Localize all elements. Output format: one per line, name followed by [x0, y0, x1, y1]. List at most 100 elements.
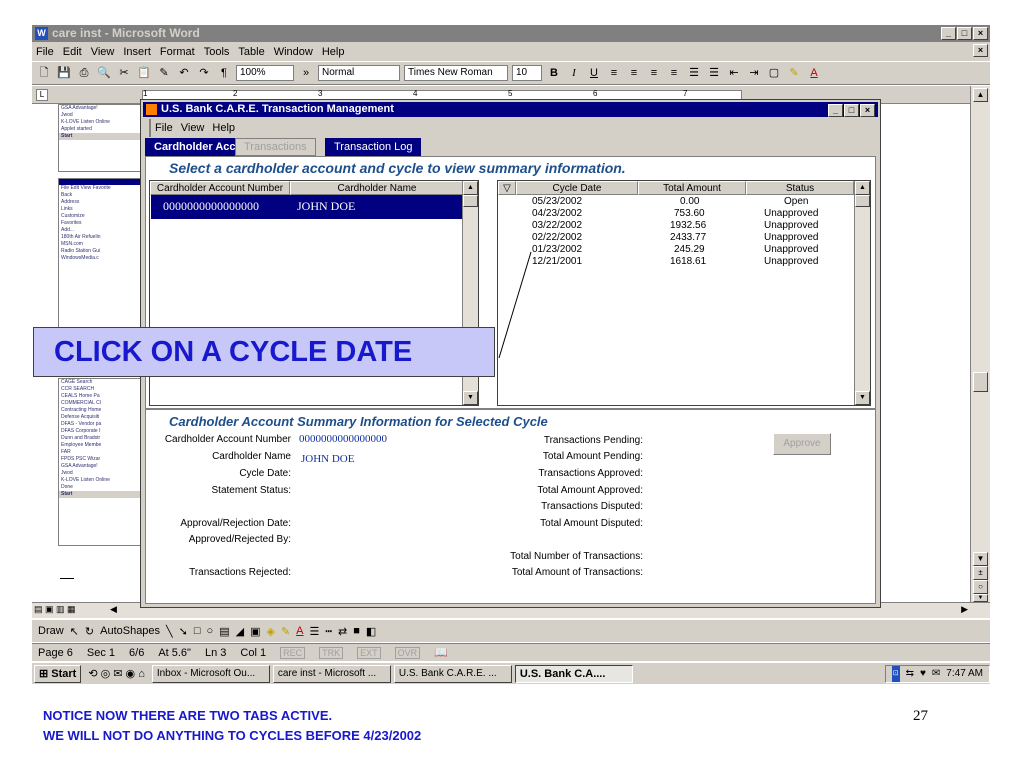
status-ext[interactable]: EXT	[357, 646, 381, 659]
app-menu-help[interactable]: Help	[212, 119, 235, 137]
italic-icon[interactable]: I	[566, 65, 582, 81]
zoom-select[interactable]: 100%	[236, 65, 294, 81]
tab-transaction-log[interactable]: Transaction Log	[325, 138, 422, 156]
menu-edit[interactable]: Edit	[63, 46, 82, 58]
close-icon[interactable]: ×	[973, 27, 988, 40]
select-objects-icon[interactable]: ↖	[70, 625, 79, 638]
tray-app-icon[interactable]: ⊡	[891, 665, 900, 682]
prev-page-icon[interactable]: ±	[973, 566, 988, 580]
decrease-indent-icon[interactable]: ⇤	[726, 65, 742, 81]
col-cardholder-name[interactable]: Cardholder Name	[290, 181, 464, 195]
accounts-scroll-thumb[interactable]	[463, 195, 478, 207]
fill-color-icon[interactable]: ◈	[266, 625, 274, 638]
spelling-status-icon[interactable]: 📖	[434, 646, 448, 659]
save-icon[interactable]: 💾	[56, 65, 72, 81]
next-page-icon[interactable]: ▼	[973, 594, 988, 602]
align-left-icon[interactable]: ≡	[606, 65, 622, 81]
browse-object-icon[interactable]: ○	[973, 580, 988, 594]
cycle-row[interactable]: 12/21/2001 1618.61 Unapproved	[498, 256, 850, 268]
line-color-icon[interactable]: ✎	[281, 625, 290, 638]
taskbar-bank-browser[interactable]: U.S. Bank C.A.R.E. ...	[393, 664, 512, 683]
scroll-up-icon[interactable]: ▲	[973, 88, 988, 102]
line-style-icon[interactable]: ☰	[310, 625, 320, 638]
menu-file[interactable]: File	[36, 46, 54, 58]
scroll-left-icon[interactable]: ◀	[110, 604, 117, 615]
cycle-date-cell[interactable]: 02/22/2002	[532, 232, 582, 244]
scroll-right-icon[interactable]: ▶	[961, 604, 968, 615]
minimize-icon[interactable]: _	[941, 27, 956, 40]
scroll-down-icon[interactable]: ▼	[973, 552, 988, 566]
app-menu-view[interactable]: View	[181, 119, 205, 137]
app-maximize-icon[interactable]: □	[844, 104, 859, 117]
taskbar-bank-app[interactable]: U.S. Bank C.A....	[514, 664, 633, 683]
align-center-icon[interactable]: ≡	[626, 65, 642, 81]
cut-icon[interactable]: ✂	[116, 65, 132, 81]
dash-style-icon[interactable]: ┅	[325, 625, 332, 638]
highlight-icon[interactable]: ✎	[786, 65, 802, 81]
paste-icon[interactable]: 📋	[136, 65, 152, 81]
menu-table[interactable]: Table	[238, 46, 264, 58]
view-buttons-icon[interactable]: ▤ ▣ ▥ ▦	[34, 604, 76, 615]
col-status[interactable]: Status	[746, 181, 854, 195]
scroll-thumb[interactable]	[973, 372, 988, 392]
cycle-row[interactable]: 01/23/2002 245.29 Unapproved	[498, 244, 850, 256]
tab-stop-icon[interactable]: L	[36, 89, 48, 101]
mail-icon[interactable]: ✉	[932, 666, 940, 682]
font-color-icon[interactable]: A	[806, 65, 822, 81]
shadow-icon[interactable]: ■	[353, 625, 360, 637]
menu-window[interactable]: Window	[274, 46, 313, 58]
cycle-row[interactable]: 02/22/2002 2433.77 Unapproved	[498, 232, 850, 244]
justify-icon[interactable]: ≡	[666, 65, 682, 81]
draw-menu[interactable]: Draw	[38, 625, 64, 637]
line-icon[interactable]: ╲	[166, 625, 173, 638]
col-cycle-date[interactable]: Cycle Date	[516, 181, 638, 195]
3d-icon[interactable]: ◧	[366, 625, 376, 638]
new-doc-icon[interactable]: 🗋	[36, 65, 52, 81]
cycle-row[interactable]: 03/22/2002 1932.56 Unapproved	[498, 220, 850, 232]
print-preview-icon[interactable]: 🔍	[96, 65, 112, 81]
start-button[interactable]: ⊞ Start	[34, 664, 82, 683]
wordart-icon[interactable]: ◢	[236, 625, 244, 638]
autoshapes-menu[interactable]: AutoShapes	[100, 625, 160, 637]
underline-icon[interactable]: U	[586, 65, 602, 81]
arrow-style-icon[interactable]: ⇄	[338, 625, 347, 638]
numbering-icon[interactable]: ☰	[686, 65, 702, 81]
cycle-date-cell[interactable]: 01/23/2002	[532, 244, 582, 256]
cycle-date-cell[interactable]: 03/22/2002	[532, 220, 582, 232]
taskbar-inbox[interactable]: Inbox - Microsoft Ou...	[151, 664, 270, 683]
document-close-icon[interactable]: ×	[973, 44, 988, 57]
menu-tools[interactable]: Tools	[204, 46, 230, 58]
more-buttons-icon[interactable]: »	[298, 65, 314, 81]
app-close-icon[interactable]: ×	[860, 104, 875, 117]
draw-font-color-icon[interactable]: A	[296, 625, 303, 637]
menu-view[interactable]: View	[91, 46, 115, 58]
accounts-scroll-up-icon[interactable]: ▲	[463, 181, 478, 195]
account-row-selected[interactable]: 0000000000000000 JOHN DOE	[151, 195, 464, 219]
undo-icon[interactable]: ↶	[176, 65, 192, 81]
print-icon[interactable]: ⎙	[76, 65, 92, 81]
status-trk[interactable]: TRK	[319, 646, 344, 659]
style-select[interactable]: Normal	[318, 65, 400, 81]
arrow-icon[interactable]: ➘	[179, 625, 188, 638]
cycle-date-cell[interactable]: 05/23/2002	[532, 196, 582, 208]
cycles-scroll-up-icon[interactable]: ▲	[855, 181, 870, 195]
borders-icon[interactable]: ▢	[766, 65, 782, 81]
cycle-row[interactable]: 05/23/2002 0.00 Open	[498, 196, 850, 208]
maximize-icon[interactable]: □	[957, 27, 972, 40]
align-right-icon[interactable]: ≡	[646, 65, 662, 81]
font-size-select[interactable]: 10	[512, 65, 542, 81]
status-ovr[interactable]: OVR	[394, 646, 421, 659]
accounts-scroll-down-icon[interactable]: ▼	[463, 391, 478, 405]
textbox-icon[interactable]: ▤	[219, 625, 229, 638]
taskbar-word[interactable]: care inst - Microsoft ...	[272, 664, 391, 683]
cycle-date-cell[interactable]: 04/23/2002	[532, 208, 582, 220]
cycle-date-cell[interactable]: 12/21/2001	[532, 256, 582, 268]
cycle-row[interactable]: 04/23/2002 753.60 Unapproved	[498, 208, 850, 220]
oval-icon[interactable]: ○	[207, 625, 214, 637]
free-rotate-icon[interactable]: ↻	[85, 625, 94, 638]
rectangle-icon[interactable]: □	[194, 625, 201, 637]
increase-indent-icon[interactable]: ⇥	[746, 65, 762, 81]
pilcrow-icon[interactable]: ¶	[216, 65, 232, 81]
status-rec[interactable]: REC	[280, 646, 306, 659]
bold-icon[interactable]: B	[546, 65, 562, 81]
